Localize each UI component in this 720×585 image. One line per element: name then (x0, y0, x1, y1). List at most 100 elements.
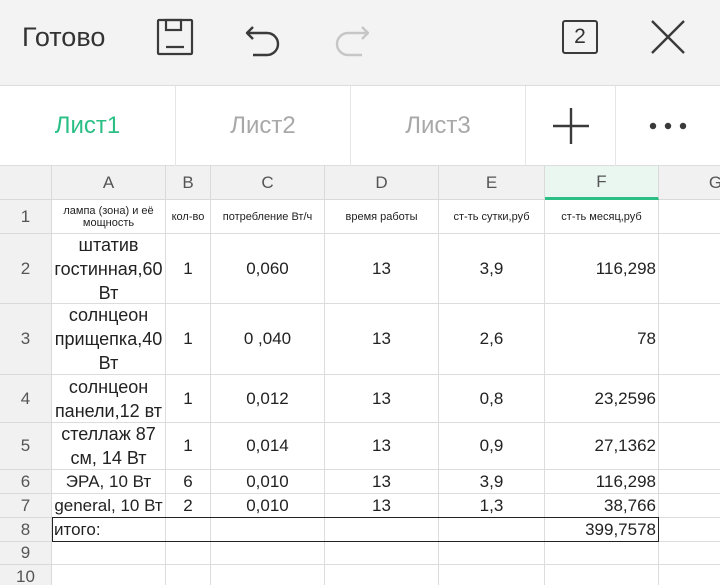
add-sheet-button[interactable] (526, 86, 616, 166)
cell-e4[interactable]: 0,8 (439, 375, 545, 423)
row-header-5[interactable]: 5 (0, 423, 52, 470)
col-header-f[interactable]: F (545, 166, 659, 200)
tab-sheet3[interactable]: Лист3 (351, 86, 526, 166)
cell-d2[interactable]: 13 (325, 234, 439, 304)
cell-a7[interactable]: general, 10 Вт (52, 494, 166, 518)
cell-a3[interactable]: солнцеон прищепка,40 Вт (52, 304, 166, 375)
cell-d1[interactable]: время работы (325, 200, 439, 234)
row-header-2[interactable]: 2 (0, 234, 52, 304)
cell-b8[interactable] (166, 518, 211, 542)
save-icon[interactable] (153, 15, 197, 59)
cell-b6[interactable]: 6 (166, 470, 211, 494)
row-header-3[interactable]: 3 (0, 304, 52, 375)
cell-b7[interactable]: 2 (166, 494, 211, 518)
col-header-a[interactable]: A (52, 166, 166, 200)
cell-e6[interactable]: 3,9 (439, 470, 545, 494)
cell-c1[interactable]: потребление Вт/ч (211, 200, 325, 234)
cell-c5[interactable]: 0,014 (211, 423, 325, 470)
cell-b10[interactable] (166, 565, 211, 585)
row-header-4[interactable]: 4 (0, 375, 52, 423)
sheet-count-icon[interactable]: 2 (558, 15, 602, 59)
cell-f8-total-value[interactable]: 399,7578 (545, 518, 659, 542)
cell-b5[interactable]: 1 (166, 423, 211, 470)
cell-g6[interactable] (659, 470, 720, 494)
cell-a4[interactable]: солнцеон панели,12 вт (52, 375, 166, 423)
cell-f6[interactable]: 116,298 (545, 470, 659, 494)
cell-g2[interactable] (659, 234, 720, 304)
more-options-button[interactable] (616, 86, 720, 166)
cell-d6[interactable]: 13 (325, 470, 439, 494)
row-header-10[interactable]: 10 (0, 565, 52, 585)
redo-icon[interactable] (330, 15, 374, 59)
cell-g8[interactable] (659, 518, 720, 542)
cell-a2[interactable]: штатив гостинная,60 Вт (52, 234, 166, 304)
cell-f4[interactable]: 23,2596 (545, 375, 659, 423)
cell-c8[interactable] (211, 518, 325, 542)
cell-f1[interactable]: ст-ть месяц,руб (545, 200, 659, 234)
cell-a8-total-label[interactable]: итого: (52, 518, 166, 542)
cell-g4[interactable] (659, 375, 720, 423)
cell-d4[interactable]: 13 (325, 375, 439, 423)
tab-sheet2[interactable]: Лист2 (176, 86, 351, 166)
row-header-1[interactable]: 1 (0, 200, 52, 234)
cell-e9[interactable] (439, 542, 545, 565)
cell-b9[interactable] (166, 542, 211, 565)
cell-g9[interactable] (659, 542, 720, 565)
cell-c3[interactable]: 0 ,040 (211, 304, 325, 375)
cell-d8[interactable] (325, 518, 439, 542)
cell-a1[interactable]: лампа (зона) и её мощность (52, 200, 166, 234)
cell-b2[interactable]: 1 (166, 234, 211, 304)
more-icon (649, 122, 687, 130)
col-header-d[interactable]: D (325, 166, 439, 200)
cell-b1[interactable]: кол-во (166, 200, 211, 234)
cell-f3[interactable]: 78 (545, 304, 659, 375)
cell-e7[interactable]: 1,3 (439, 494, 545, 518)
cell-f7[interactable]: 38,766 (545, 494, 659, 518)
cell-a9[interactable] (52, 542, 166, 565)
cell-f5[interactable]: 27,1362 (545, 423, 659, 470)
cell-e10[interactable] (439, 565, 545, 585)
row-header-9[interactable]: 9 (0, 542, 52, 565)
cell-g3[interactable] (659, 304, 720, 375)
cell-c4[interactable]: 0,012 (211, 375, 325, 423)
cell-c9[interactable] (211, 542, 325, 565)
col-header-c[interactable]: C (211, 166, 325, 200)
cell-c7[interactable]: 0,010 (211, 494, 325, 518)
select-all-corner[interactable] (0, 166, 52, 200)
cell-d10[interactable] (325, 565, 439, 585)
row-header-7[interactable]: 7 (0, 494, 52, 518)
cell-f2[interactable]: 116,298 (545, 234, 659, 304)
undo-icon[interactable] (241, 15, 285, 59)
cell-g7[interactable] (659, 494, 720, 518)
cell-c6[interactable]: 0,010 (211, 470, 325, 494)
cell-a5[interactable]: стеллаж 87 см, 14 Вт (52, 423, 166, 470)
col-header-g[interactable]: G (659, 166, 720, 200)
close-icon[interactable] (646, 15, 690, 59)
cell-e8[interactable] (439, 518, 545, 542)
cell-c2[interactable]: 0,060 (211, 234, 325, 304)
cell-d3[interactable]: 13 (325, 304, 439, 375)
cell-g5[interactable] (659, 423, 720, 470)
cell-e3[interactable]: 2,6 (439, 304, 545, 375)
cell-a6[interactable]: ЭРА, 10 Вт (52, 470, 166, 494)
cell-g1[interactable] (659, 200, 720, 234)
cell-g10[interactable] (659, 565, 720, 585)
done-button[interactable]: Готово (22, 22, 105, 53)
cell-a10[interactable] (52, 565, 166, 585)
row-header-8[interactable]: 8 (0, 518, 52, 542)
tab-sheet1[interactable]: Лист1 (0, 86, 176, 166)
cell-f9[interactable] (545, 542, 659, 565)
col-header-b[interactable]: B (166, 166, 211, 200)
cell-c10[interactable] (211, 565, 325, 585)
cell-b3[interactable]: 1 (166, 304, 211, 375)
cell-e2[interactable]: 3,9 (439, 234, 545, 304)
cell-d7[interactable]: 13 (325, 494, 439, 518)
cell-e5[interactable]: 0,9 (439, 423, 545, 470)
cell-e1[interactable]: ст-ть сутки,руб (439, 200, 545, 234)
row-header-6[interactable]: 6 (0, 470, 52, 494)
cell-b4[interactable]: 1 (166, 375, 211, 423)
cell-d5[interactable]: 13 (325, 423, 439, 470)
col-header-e[interactable]: E (439, 166, 545, 200)
cell-f10[interactable] (545, 565, 659, 585)
cell-d9[interactable] (325, 542, 439, 565)
